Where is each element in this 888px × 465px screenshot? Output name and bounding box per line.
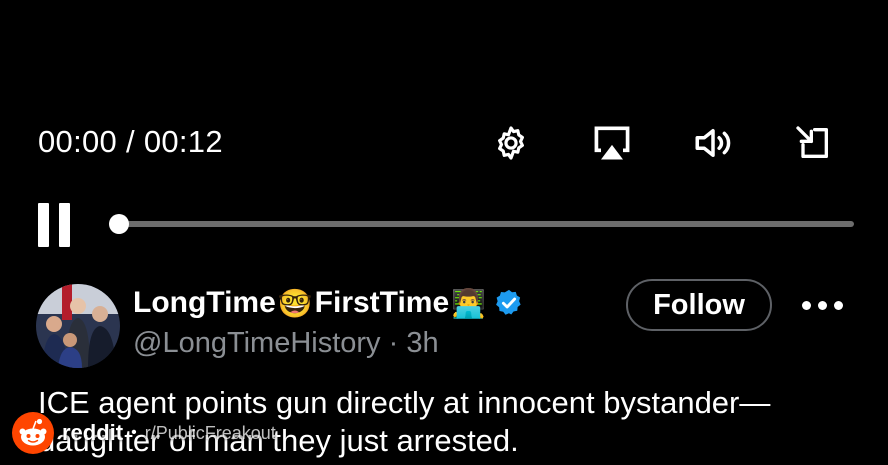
pause-bar-right: [59, 203, 70, 247]
reddit-watermark: reddit • r/PublicFreakout: [12, 411, 276, 455]
airplay-button[interactable]: [589, 120, 635, 166]
more-dot: [801, 300, 811, 310]
technologist-emoji: 👨‍💻: [451, 287, 487, 319]
volume-button[interactable]: [690, 120, 736, 166]
watermark-separator: •: [131, 424, 137, 441]
user-handle[interactable]: @LongTimeHistory: [133, 327, 381, 359]
video-time-display: 00:00 / 00:12: [38, 124, 223, 159]
avatar-photo: [36, 284, 120, 368]
video-progress-track[interactable]: [118, 221, 854, 227]
exit-fullscreen-button[interactable]: [790, 120, 836, 166]
video-scrubber-handle[interactable]: [109, 214, 129, 234]
subreddit-name: r/PublicFreakout: [144, 422, 276, 443]
pause-button[interactable]: [38, 202, 82, 248]
reddit-logo-icon: [12, 412, 54, 454]
exit-fullscreen-icon: [796, 126, 828, 158]
speaker-icon: [695, 129, 731, 157]
more-dot: [833, 300, 843, 310]
display-name-part2: FirstTime: [314, 286, 450, 319]
airplay-icon: [594, 126, 630, 160]
settings-button[interactable]: [488, 120, 534, 166]
reddit-wordmark: reddit: [62, 420, 124, 445]
more-options-button[interactable]: [798, 290, 846, 320]
verified-badge-icon: [496, 289, 521, 315]
handle-separator: ·: [380, 327, 407, 359]
display-name[interactable]: LongTime 🤓 FirstTime 👨‍💻: [133, 286, 524, 320]
pause-bar-left: [38, 203, 49, 247]
follow-button[interactable]: Follow: [626, 279, 772, 331]
more-dot: [817, 300, 827, 310]
display-name-part1: LongTime: [133, 286, 276, 319]
post-age[interactable]: 3h: [406, 327, 438, 359]
nerd-face-emoji: 🤓: [277, 287, 313, 319]
user-handle-line: @LongTimeHistory · 3h: [133, 327, 439, 360]
avatar[interactable]: [36, 284, 120, 368]
gear-icon: [498, 126, 524, 160]
